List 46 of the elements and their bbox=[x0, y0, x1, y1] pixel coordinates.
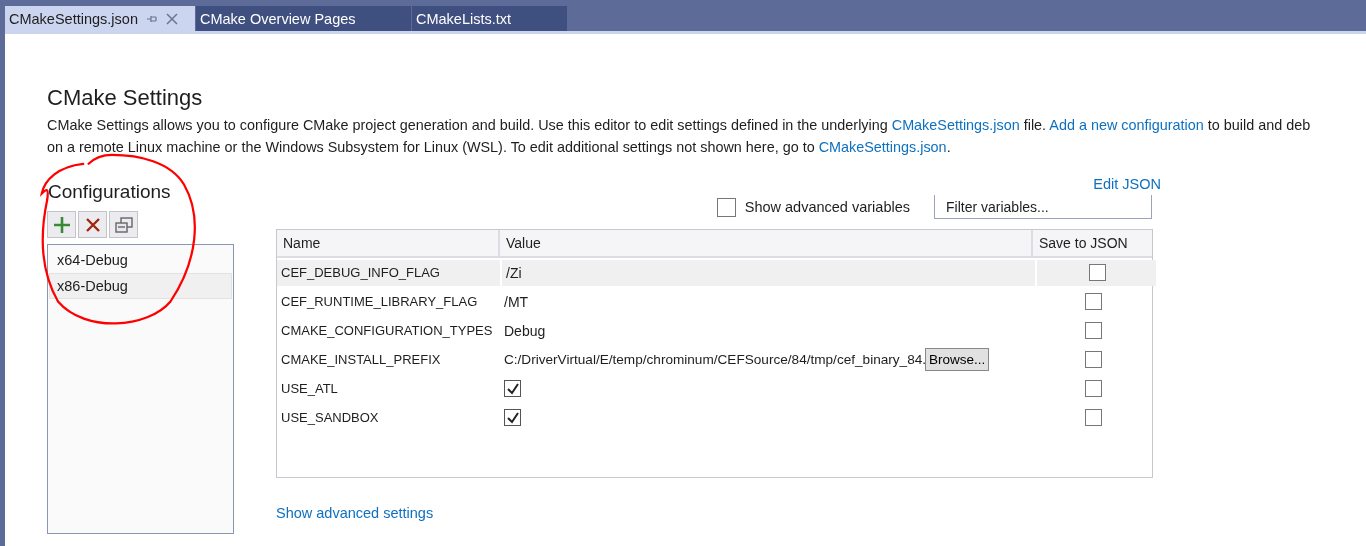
page-title: CMake Settings bbox=[47, 84, 204, 112]
table-cell: Debug bbox=[504, 322, 546, 339]
checkbox-label: Show advanced variables bbox=[744, 199, 910, 215]
column-header[interactable]: Save to JSON bbox=[1033, 230, 1152, 256]
check-icon bbox=[505, 410, 520, 425]
show-advanced-settings-link[interactable]: Show advanced settings bbox=[276, 505, 434, 521]
link[interactable]: Add a new configuration bbox=[1049, 117, 1204, 133]
table-cell: /Zi bbox=[506, 264, 522, 281]
description-text: CMake Settings allows you to configure CMake project generation and build. Use this editor to edit settings defined in the underlying CMakeSettings.json file. Add a new configuration to build and deb on a remote Linux machine or the Windows Subsystem for Linux (WSL). To edit additional settings not shown here, go to CMakeSettings.json. bbox=[47, 116, 1312, 157]
configuration-item[interactable]: x64-Debug bbox=[49, 247, 232, 273]
checkbox[interactable] bbox=[1084, 293, 1102, 310]
table-cell-text: CEF_RUNTIME_LIBRARY_FLAG bbox=[280, 293, 479, 311]
add-button[interactable] bbox=[47, 211, 76, 238]
windows-icon bbox=[114, 216, 133, 233]
checkbox[interactable] bbox=[1084, 322, 1102, 339]
tab[interactable]: CMakeSettings.json bbox=[5, 6, 195, 31]
checkbox[interactable] bbox=[1084, 409, 1102, 426]
filter-field[interactable]: Filter variables... bbox=[934, 195, 1152, 219]
section-heading: Configurations bbox=[47, 180, 172, 204]
table-cell-text: CMAKE_INSTALL_PREFIX bbox=[280, 351, 442, 369]
checkbox[interactable] bbox=[504, 409, 521, 426]
table-cell: /MT bbox=[504, 293, 529, 310]
table-cell: CEF_DEBUG_INFO_FLAG bbox=[277, 259, 500, 286]
tab[interactable]: CMakeLists.txt bbox=[412, 6, 567, 31]
plus-icon bbox=[52, 215, 71, 234]
link[interactable]: CMakeSettings.json bbox=[818, 139, 947, 155]
checkbox[interactable] bbox=[1084, 351, 1102, 368]
checkbox[interactable] bbox=[1084, 380, 1102, 397]
edit-json-link[interactable]: Edit JSON bbox=[1093, 176, 1161, 192]
tab[interactable]: CMake Overview Pages bbox=[196, 6, 411, 31]
table-cell-text: CMAKE_CONFIGURATION_TYPES bbox=[280, 322, 494, 340]
x-icon bbox=[84, 216, 101, 233]
delete-button[interactable] bbox=[78, 211, 107, 238]
table-cell-text: USE_ATL bbox=[280, 380, 339, 398]
browse-button[interactable]: Browse... bbox=[925, 348, 990, 371]
column-header[interactable]: Name bbox=[277, 230, 500, 256]
link[interactable]: CMakeSettings.json bbox=[891, 117, 1020, 133]
copy-button[interactable] bbox=[109, 211, 138, 238]
table-cell: C:/DriverVirtual/E/temp/chrominum/CEFSource/84/tmp/cef_binary_84. bbox=[504, 352, 927, 367]
check-icon bbox=[505, 381, 520, 396]
configuration-item[interactable]: x86-Debug bbox=[49, 273, 232, 299]
checkbox[interactable] bbox=[1088, 264, 1106, 281]
column-header[interactable]: Value bbox=[500, 230, 1033, 256]
checkbox[interactable] bbox=[504, 380, 521, 397]
table-cell-text: USE_SANDBOX bbox=[280, 409, 380, 427]
checkbox[interactable] bbox=[716, 197, 736, 217]
